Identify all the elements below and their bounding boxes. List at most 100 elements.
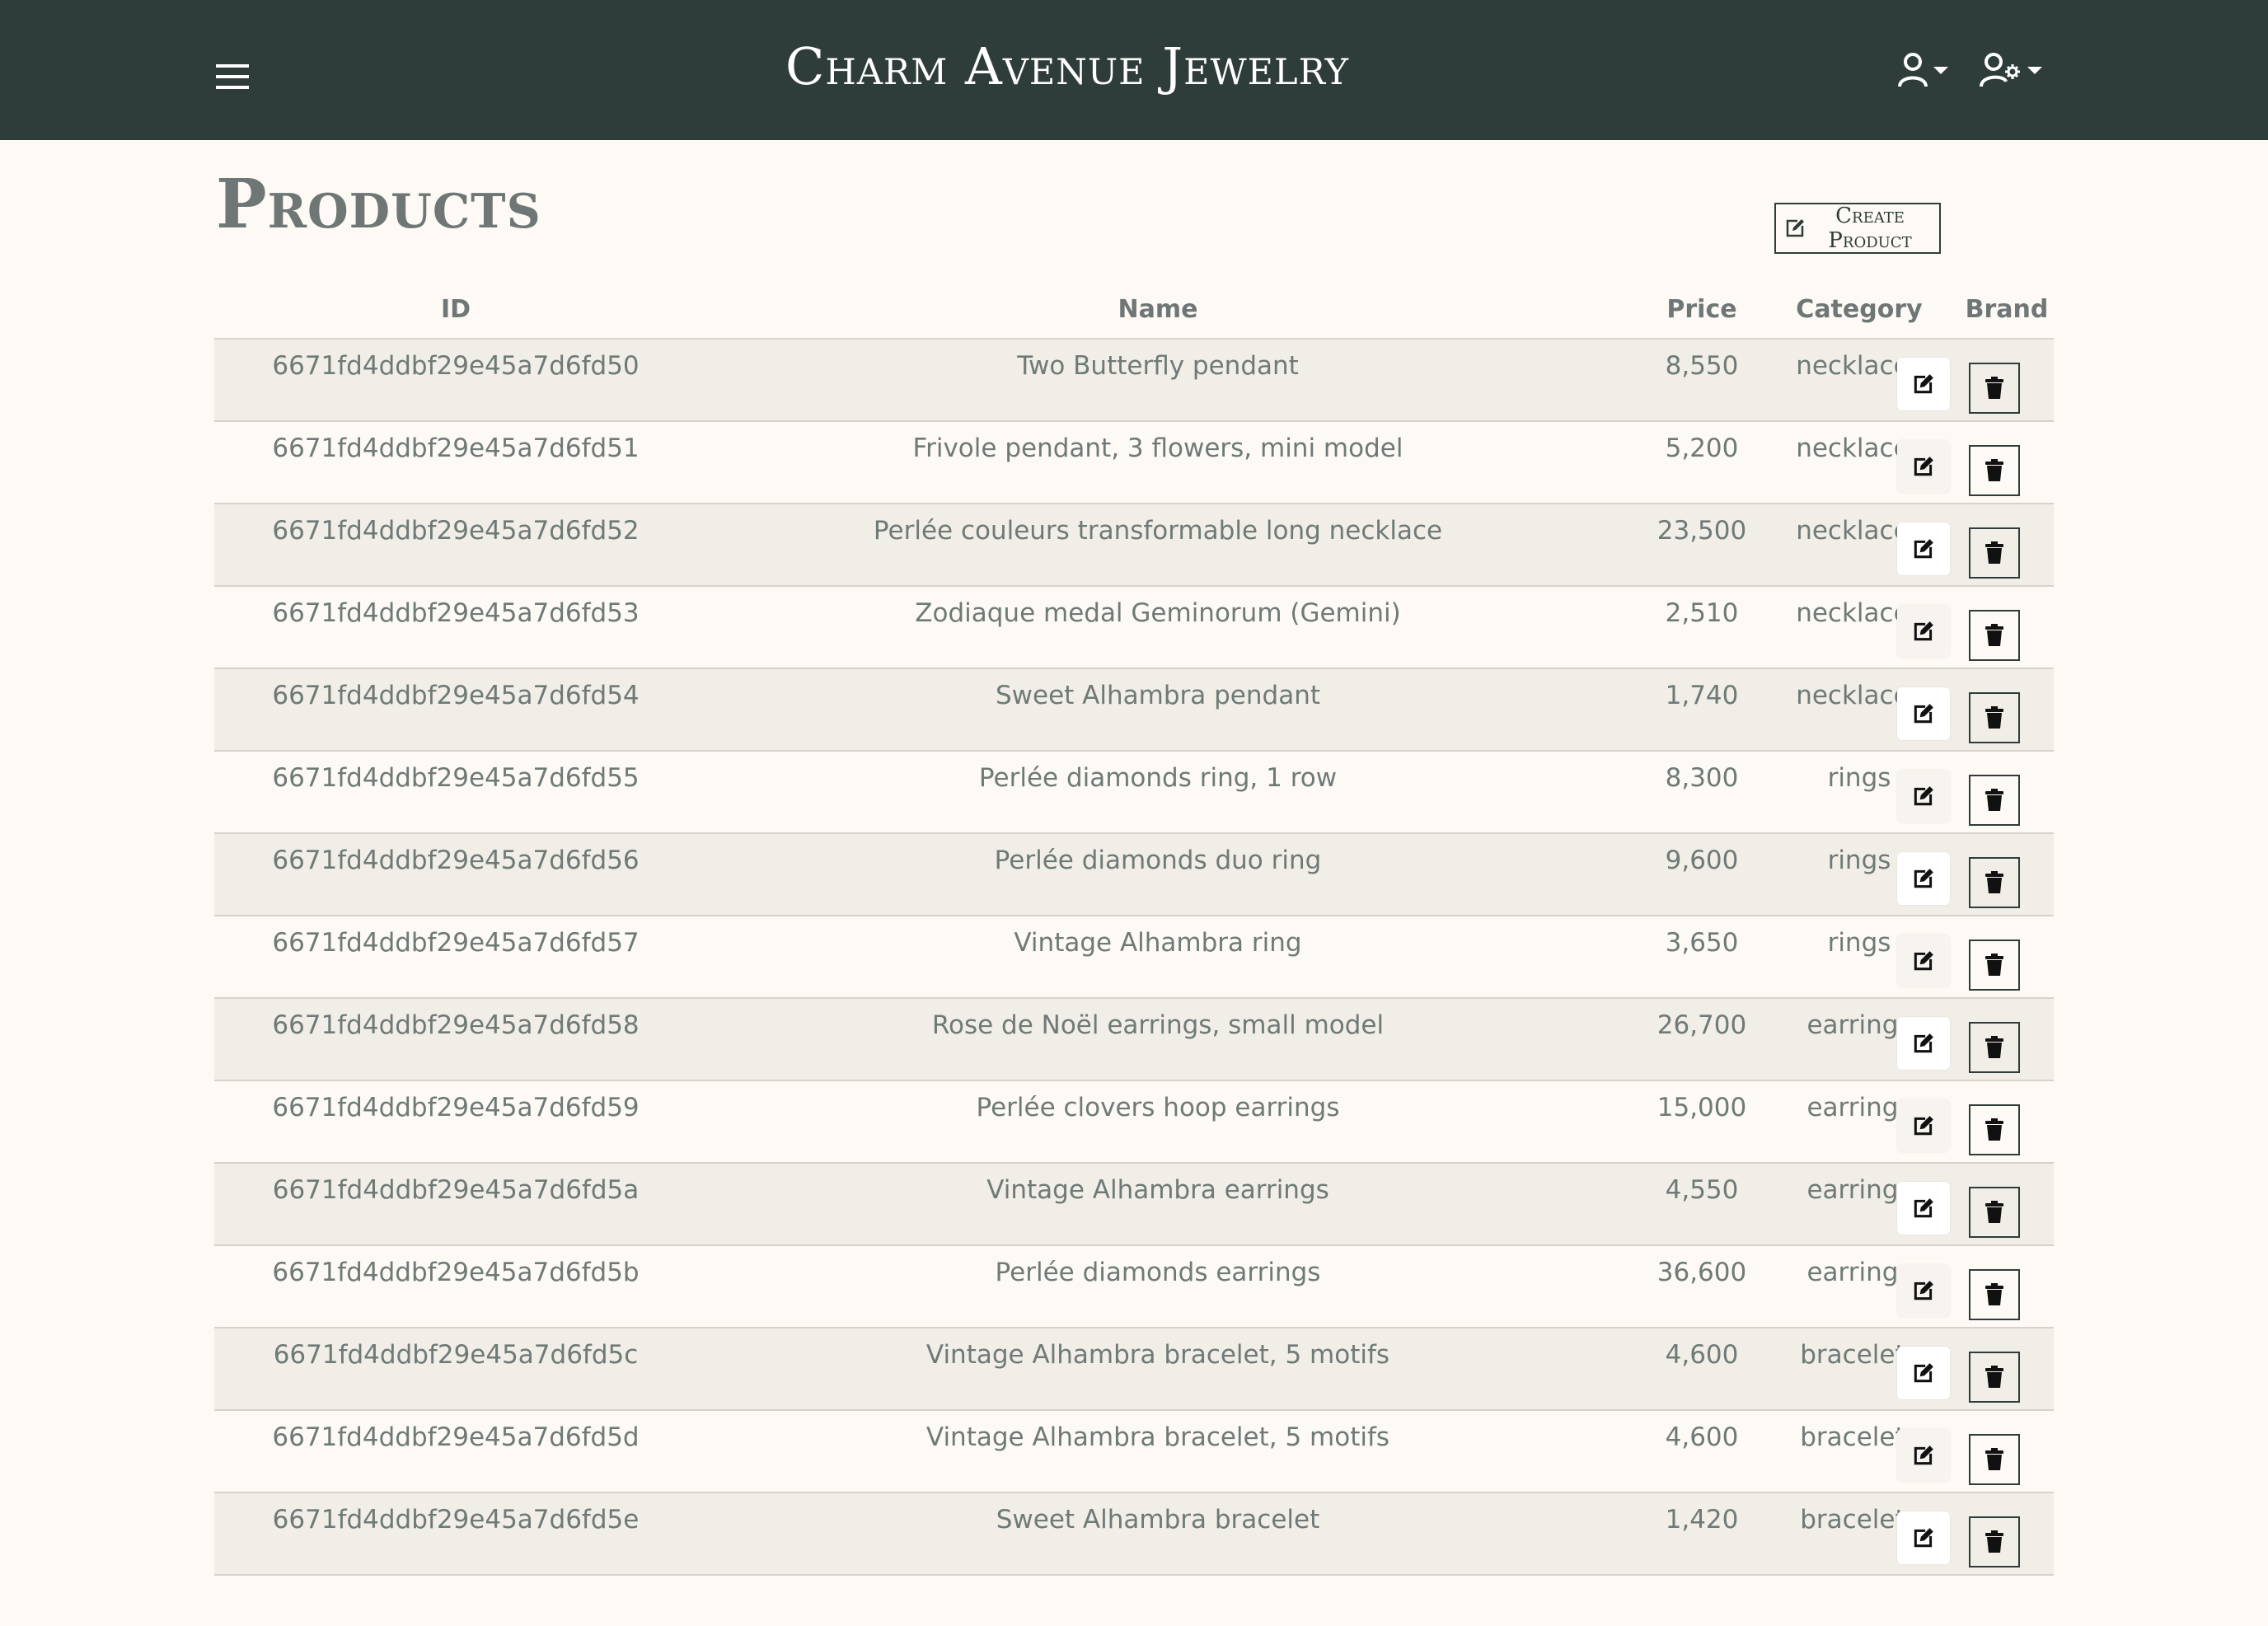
cell-price: 4,550 [1665,1175,1739,1205]
chevron-down-icon [1933,66,1948,74]
table-row: 6671fd4ddbf29e45a7d6fd51 Frivole pendant,… [214,422,2054,504]
trash-icon [1985,1118,2003,1141]
cell-name: Rose de Noël earrings, small model [931,1010,1385,1040]
delete-button[interactable] [1969,692,2020,743]
delete-button[interactable] [1969,363,2020,414]
cell-id: 6671fd4ddbf29e45a7d6fd53 [272,598,640,628]
delete-button[interactable] [1969,445,2020,496]
cell-id: 6671fd4ddbf29e45a7d6fd52 [272,516,640,546]
edit-button[interactable] [1897,1511,1950,1564]
edit-button[interactable] [1897,1017,1950,1070]
edit-icon [1914,786,1933,806]
edit-button[interactable] [1897,1099,1950,1152]
cell-price: 8,550 [1665,351,1739,381]
edit-button[interactable] [1897,770,1950,822]
cell-name: Vintage Alhambra bracelet, 5 motifs [925,1422,1390,1452]
cell-price: 36,600 [1656,1258,1747,1287]
column-header-name: Name [1118,295,1198,324]
edit-button[interactable] [1897,522,1950,575]
cell-id: 6671fd4ddbf29e45a7d6fd5d [272,1422,640,1452]
delete-button[interactable] [1969,775,2020,826]
trash-icon [1985,1201,2003,1223]
edit-button[interactable] [1897,1264,1950,1317]
navbar: Charm Avenue Jewelry [0,0,2268,140]
trash-icon [1985,954,2003,976]
delete-button[interactable] [1969,1022,2020,1073]
user-menu-dropdown[interactable] [1897,49,1948,91]
brand-title[interactable]: Charm Avenue Jewelry [0,36,2134,96]
cell-id: 6671fd4ddbf29e45a7d6fd5b [272,1258,640,1287]
cell-name: Perlée clovers hoop earrings [976,1093,1340,1122]
cell-id: 6671fd4ddbf29e45a7d6fd5c [273,1340,639,1370]
cell-id: 6671fd4ddbf29e45a7d6fd58 [272,1010,640,1040]
admin-menu-dropdown[interactable] [1980,49,2042,91]
cell-name: Perlée couleurs transformable long neckl… [873,516,1443,546]
table-row: 6671fd4ddbf29e45a7d6fd54 Sweet Alhambra p… [214,669,2054,752]
delete-button[interactable] [1969,1104,2020,1155]
trash-icon [1985,1448,2003,1470]
cell-id: 6671fd4ddbf29e45a7d6fd54 [272,681,640,710]
edit-button[interactable] [1897,1429,1950,1482]
delete-button[interactable] [1969,940,2020,991]
edit-icon [1914,1446,1933,1465]
cell-price: 8,300 [1665,763,1739,793]
cell-name: Perlée diamonds duo ring [994,846,1322,875]
cell-id: 6671fd4ddbf29e45a7d6fd5e [272,1505,640,1535]
table-row: 6671fd4ddbf29e45a7d6fd56 Perlée diamonds … [214,834,2054,916]
cell-name: Two Butterfly pendant [1017,351,1299,381]
cell-price: 2,510 [1665,598,1739,628]
edit-button[interactable] [1897,1347,1950,1399]
chevron-down-icon [2027,66,2042,74]
delete-button[interactable] [1969,610,2020,661]
cell-id: 6671fd4ddbf29e45a7d6fd50 [272,351,640,381]
table-row: 6671fd4ddbf29e45a7d6fd50 Two Butterfly pe… [214,340,2054,422]
trash-icon [1985,624,2003,646]
edit-icon [1914,1198,1933,1218]
edit-button[interactable] [1897,935,1950,987]
edit-icon [1914,374,1933,394]
cell-id: 6671fd4ddbf29e45a7d6fd56 [272,846,640,875]
table-row: 6671fd4ddbf29e45a7d6fd53 Zodiaque medal G… [214,587,2054,669]
trash-icon [1985,871,2003,893]
column-header-brand: Brand [1965,295,2049,324]
cell-price: 5,200 [1665,433,1739,463]
edit-button[interactable] [1897,1182,1950,1235]
column-header-id: ID [440,295,471,324]
edit-icon [1914,1528,1933,1548]
cell-name: Sweet Alhambra bracelet [996,1505,1320,1535]
edit-icon [1914,869,1933,888]
cell-price: 15,000 [1656,1093,1747,1122]
create-product-button[interactable]: Create Product [1774,203,1941,254]
cell-id: 6671fd4ddbf29e45a7d6fd51 [272,433,640,463]
cell-price: 3,650 [1665,928,1739,958]
cell-name: Zodiaque medal Geminorum (Gemini) [915,598,1401,628]
trash-icon [1985,789,2003,811]
edit-button[interactable] [1897,440,1950,493]
cell-name: Frivole pendant, 3 flowers, mini model [912,433,1403,463]
edit-icon [1914,704,1933,724]
cell-id: 6671fd4ddbf29e45a7d6fd55 [272,763,640,793]
trash-icon [1985,1530,2003,1553]
cell-id: 6671fd4ddbf29e45a7d6fd57 [272,928,640,958]
delete-button[interactable] [1969,1516,2020,1567]
table-row: 6671fd4ddbf29e45a7d6fd57 Vintage Alhambra… [214,916,2054,999]
edit-button[interactable] [1897,358,1950,410]
user-gear-icon [1980,53,2020,87]
table-row: 6671fd4ddbf29e45a7d6fd5e Sweet Alhambra b… [214,1493,2054,1576]
delete-button[interactable] [1969,527,2020,579]
table-row: 6671fd4ddbf29e45a7d6fd58 Rose de Noël ear… [214,999,2054,1081]
cell-name: Vintage Alhambra bracelet, 5 motifs [925,1340,1390,1370]
edit-button[interactable] [1897,605,1950,658]
trash-icon [1985,1366,2003,1388]
edit-button[interactable] [1897,687,1950,740]
user-icon [1898,53,1928,87]
cell-price: 4,600 [1665,1340,1739,1370]
cell-price: 4,600 [1665,1422,1739,1452]
delete-button[interactable] [1969,1434,2020,1485]
delete-button[interactable] [1969,857,2020,908]
delete-button[interactable] [1969,1352,2020,1403]
delete-button[interactable] [1969,1269,2020,1320]
edit-button[interactable] [1897,852,1950,905]
edit-icon [1914,1363,1933,1383]
delete-button[interactable] [1969,1187,2020,1238]
